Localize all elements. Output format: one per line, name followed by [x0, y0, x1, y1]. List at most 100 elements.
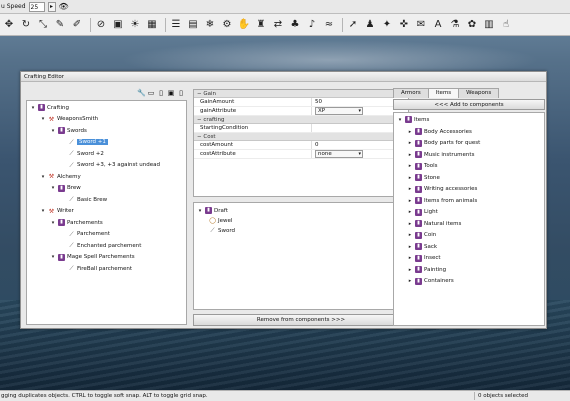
expand-toggle[interactable]: ▾ [197, 208, 203, 214]
waves-icon[interactable]: ≈ [322, 17, 336, 33]
section-crafting[interactable]: − crafting [194, 116, 408, 124]
items-root[interactable]: ▾ ▮ Items [397, 115, 429, 124]
prop-row[interactable]: gainAttribute XP [194, 107, 408, 116]
item-category[interactable]: ▸ ▮ Writing accessories [407, 185, 477, 194]
shirt-icon[interactable]: ♜ [254, 17, 268, 33]
add-to-components-button[interactable]: <<< Add to components [393, 99, 545, 110]
tree-node[interactable]: ⟋ Sword +3, +3 against undead [60, 161, 160, 170]
paint-icon[interactable]: ✎ [53, 17, 67, 33]
grid-icon[interactable]: ▦ [145, 17, 159, 33]
item-category[interactable]: ▸ ▮ Natural items [407, 219, 461, 228]
expand-toggle[interactable]: ▾ [397, 117, 403, 123]
item-category[interactable]: ▸ ▮ Music instruments [407, 150, 474, 159]
prop-row[interactable]: costAmount 0 [194, 141, 408, 150]
remove-from-components-button[interactable]: Remove from components >>> [193, 314, 409, 326]
sliders-icon[interactable]: ☰ [169, 17, 183, 33]
filter-icon[interactable]: ⚗ [448, 17, 462, 33]
tree-node[interactable]: ⟋ Parchement [60, 230, 109, 239]
expand-toggle[interactable]: ▸ [407, 221, 413, 227]
expand-toggle[interactable]: ▾ [50, 254, 56, 260]
save-icon[interactable]: ▣ [167, 89, 175, 97]
prop-row[interactable]: GainAmount 50 [194, 98, 408, 107]
tree-node[interactable]: ⟋ Sword +2 [60, 149, 103, 158]
expand-toggle[interactable]: ▸ [407, 140, 413, 146]
gain-attribute-select[interactable]: XP [315, 107, 363, 115]
chat-icon[interactable]: ✉ [414, 17, 428, 33]
scale-icon[interactable]: ⤡ [36, 17, 50, 33]
sparkle-icon[interactable]: ✦ [380, 17, 394, 33]
tree-icon[interactable]: ♣ [288, 17, 302, 33]
tree-node[interactable]: ⟋ Sword +1 [60, 138, 108, 147]
expand-toggle[interactable]: ▾ [30, 105, 36, 111]
hand-icon[interactable]: ✋ [237, 17, 251, 33]
tab-armors[interactable]: Armors [393, 88, 429, 98]
tree-node[interactable]: ▾ ▮ Parchements [50, 218, 103, 227]
flower-icon[interactable]: ✿ [465, 17, 479, 33]
expand-toggle[interactable]: ▾ [50, 128, 56, 134]
move-icon[interactable]: ✥ [2, 17, 16, 33]
tab-items[interactable]: Items [427, 88, 460, 98]
item-category[interactable]: ▸ ▮ Items from animals [407, 196, 477, 205]
expand-toggle[interactable]: ▾ [40, 174, 46, 180]
item-category[interactable]: ▸ ▮ Painting [407, 265, 446, 274]
expand-toggle[interactable]: ▾ [50, 220, 56, 226]
text-icon[interactable]: A [431, 17, 445, 33]
rotate-icon[interactable]: ↻ [19, 17, 33, 33]
pointer-icon[interactable]: ➚ [346, 17, 360, 33]
prop-row[interactable]: StartingCondition [194, 124, 408, 133]
expand-toggle[interactable]: ▸ [407, 186, 413, 192]
item-category[interactable]: ▸ ▮ Coin [407, 231, 436, 240]
tree-node[interactable]: ⟋ FireBall parchement [60, 264, 132, 273]
brush-icon[interactable]: ✐ [70, 17, 84, 33]
expand-toggle[interactable]: ▸ [407, 232, 413, 238]
tree-node[interactable]: ⟋ Basic Brew [60, 195, 107, 204]
expand-toggle[interactable]: ▸ [407, 129, 413, 135]
prop-row[interactable]: costAttribute none [194, 150, 408, 159]
expand-toggle[interactable]: ▾ [40, 208, 46, 214]
expand-toggle[interactable]: ▸ [407, 278, 413, 284]
item-category[interactable]: ▸ ▮ Body Accessories [407, 127, 472, 136]
tree-node[interactable]: ▾ ▮ Mage Spell Parchements [50, 253, 135, 262]
table-icon[interactable]: ▥ [482, 17, 496, 33]
expand-toggle[interactable]: ▸ [407, 198, 413, 204]
eye-icon[interactable]: 👁 [59, 2, 69, 12]
item-category[interactable]: ▸ ▮ Light [407, 208, 438, 217]
expand-toggle[interactable]: ▸ [407, 209, 413, 215]
tree-node[interactable]: ▾ ⚒ Alchemy [40, 172, 81, 181]
tree-node[interactable]: ▾ ▮ Swords [50, 126, 87, 135]
speed-arrow-button[interactable]: ▸ [47, 1, 56, 12]
tree-node[interactable]: ▾ ⚒ Writer [40, 207, 74, 216]
component-item[interactable]: ⟋ Sword [209, 226, 235, 235]
expand-toggle[interactable]: ▸ [407, 267, 413, 273]
window-icon[interactable]: ▤ [186, 17, 200, 33]
expand-toggle[interactable]: ▸ [407, 163, 413, 169]
section-cost[interactable]: − Cost [194, 133, 408, 141]
item-category[interactable]: ▸ ▮ Containers [407, 277, 454, 286]
no-icon[interactable]: ⊘ [94, 17, 108, 33]
arrows-icon[interactable]: ⇄ [271, 17, 285, 33]
wrench-icon[interactable]: 🔧 [137, 89, 146, 97]
person-icon[interactable]: ♟ [363, 17, 377, 33]
folder-icon[interactable]: ▭ [147, 89, 155, 97]
expand-toggle[interactable]: ▸ [407, 244, 413, 250]
expand-toggle[interactable]: ▾ [50, 185, 56, 191]
delete-icon[interactable]: ▯ [177, 89, 185, 97]
item-category[interactable]: ▸ ▮ Tools [407, 162, 438, 171]
file-icon[interactable]: ▯ [157, 89, 165, 97]
item-category[interactable]: ▸ ▮ Insect [407, 254, 441, 263]
component-item[interactable]: ◯ Jewel [209, 216, 232, 225]
item-category[interactable]: ▸ ▮ Stone [407, 173, 440, 182]
section-gain[interactable]: − Gain [194, 90, 408, 98]
tab-weapons[interactable]: Weapons [458, 88, 500, 98]
component-root[interactable]: ▾ ▮ Draft [197, 206, 228, 215]
drag-icon[interactable]: ✜ [397, 17, 411, 33]
gear-icon[interactable]: ⚙ [220, 17, 234, 33]
window-title[interactable]: Crafting Editor [21, 72, 546, 82]
snowflake-icon[interactable]: ❄ [203, 17, 217, 33]
item-category[interactable]: ▸ ▮ Body parts for quest [407, 139, 480, 148]
expand-toggle[interactable]: ▸ [407, 255, 413, 261]
expand-toggle[interactable]: ▸ [407, 152, 413, 158]
tree-node[interactable]: ▾ ▮ Brew [50, 184, 81, 193]
frame-icon[interactable]: ▣ [111, 17, 125, 33]
tree-node[interactable]: ▾ ▮ Crafting [30, 103, 69, 112]
